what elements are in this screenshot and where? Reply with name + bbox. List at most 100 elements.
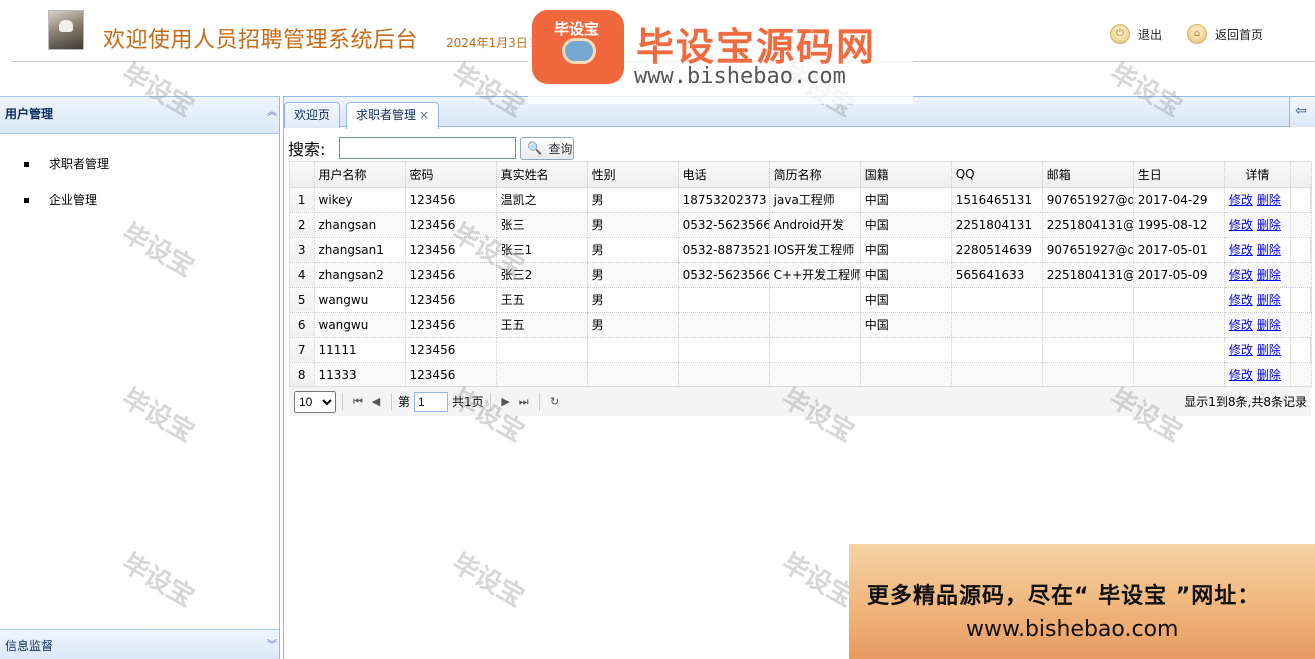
- table-cell: 男: [587, 312, 679, 338]
- edit-link[interactable]: 修改: [1229, 193, 1253, 207]
- page-number-input[interactable]: [414, 391, 449, 412]
- edit-link[interactable]: 修改: [1229, 218, 1253, 232]
- last-page-icon[interactable]: ⏭: [515, 393, 533, 411]
- edit-link[interactable]: 修改: [1229, 368, 1253, 382]
- column-header[interactable]: 邮箱: [1042, 162, 1134, 188]
- row-actions: 修改 删除: [1224, 212, 1291, 238]
- row-actions: 修改 删除: [1224, 262, 1291, 288]
- table-cell: 男: [587, 287, 679, 313]
- table-row[interactable]: 1 wikey 123456 温凯之男 18753202373 java工程师 中国 1516…: [290, 187, 1313, 213]
- row-spacer: [1290, 237, 1313, 263]
- edit-link[interactable]: 修改: [1229, 243, 1253, 257]
- row-spacer: [1290, 212, 1313, 238]
- data-grid: 用户名称 密码 真实姓名 性别 电话 简历名称 国籍 QQ 邮箱 生日 详情 1…: [289, 161, 1313, 389]
- delete-link[interactable]: 删除: [1257, 368, 1281, 382]
- column-header[interactable]: 性别: [587, 162, 679, 188]
- delete-link[interactable]: 删除: [1257, 318, 1281, 332]
- table-row[interactable]: 8 11333 123456 修改 删除: [290, 362, 1313, 388]
- edit-link[interactable]: 修改: [1229, 343, 1253, 357]
- table-cell: 565641633: [951, 262, 1043, 288]
- collapse-up-icon[interactable]: ︽: [267, 103, 277, 118]
- delete-link[interactable]: 删除: [1257, 268, 1281, 282]
- edit-link[interactable]: 修改: [1229, 293, 1253, 307]
- table-cell: wangwu: [314, 312, 406, 338]
- pagination-bar: 10 ⏮ ◀ 第 共1页 ▶ ⏭ ↻ 显示1到8条,共8条记录: [289, 386, 1311, 416]
- table-cell: IOS开发工程师: [769, 237, 861, 263]
- column-header[interactable]: 电话: [678, 162, 770, 188]
- table-cell: 中国: [860, 237, 952, 263]
- table-cell: 123456: [405, 187, 497, 213]
- table-row[interactable]: 4 zhangsan2 123456 张三2 男 0532-56235662 C++开发工程…: [290, 262, 1313, 288]
- delete-link[interactable]: 删除: [1257, 293, 1281, 307]
- delete-link[interactable]: 删除: [1257, 243, 1281, 257]
- delete-link[interactable]: 删除: [1257, 193, 1281, 207]
- sidebar-item-jobseeker[interactable]: 求职者管理: [0, 156, 279, 192]
- table-row[interactable]: 5 wangwu 123456 王五男 中国 修改 删除: [290, 287, 1313, 313]
- table-cell: [951, 312, 1043, 338]
- table-cell: [1042, 362, 1134, 388]
- table-cell: [951, 287, 1043, 313]
- table-row[interactable]: 6 wangwu 123456 王五男 中国 修改 删除: [290, 312, 1313, 338]
- tab-welcome[interactable]: 欢迎页: [284, 102, 341, 128]
- search-input[interactable]: [339, 137, 517, 159]
- table-cell: 0532-56235662: [678, 262, 770, 288]
- table-cell: [496, 337, 588, 363]
- pager-separator: [489, 392, 491, 411]
- column-header[interactable]: QQ: [951, 162, 1043, 188]
- logout-label: 退出: [1138, 27, 1163, 42]
- search-button[interactable]: 🔍 查询: [520, 136, 575, 160]
- row-number: 6: [290, 312, 315, 338]
- table-cell: 123456: [405, 362, 497, 388]
- delete-link[interactable]: 删除: [1257, 218, 1281, 232]
- brand-badge: 毕设宝: [532, 10, 624, 84]
- prev-page-icon[interactable]: ◀: [367, 393, 385, 411]
- row-number: 1: [290, 187, 315, 213]
- expand-down-icon[interactable]: ︾: [267, 636, 277, 651]
- table-cell: 123456: [405, 262, 497, 288]
- page-size-select[interactable]: 10: [294, 390, 336, 413]
- sidebar-item-company[interactable]: 企业管理: [0, 192, 279, 228]
- column-header[interactable]: 真实姓名: [496, 162, 588, 188]
- edit-link[interactable]: 修改: [1229, 268, 1253, 282]
- row-spacer: [1290, 337, 1313, 363]
- table-row[interactable]: 2 zhangsan 123456 张三男 0532-56235662 Android开发…: [290, 212, 1313, 238]
- table-cell: 中国: [860, 212, 952, 238]
- table-cell: [1042, 287, 1134, 313]
- next-page-icon[interactable]: ▶: [497, 393, 515, 411]
- table-cell: 2017-05-09: [1133, 262, 1225, 288]
- row-spacer: [1290, 362, 1313, 388]
- pager-separator: [342, 392, 343, 411]
- table-cell: 18753202373: [678, 187, 770, 213]
- home-button[interactable]: ⌂ 返回首页: [1187, 24, 1263, 44]
- sidebar-section-header[interactable]: 用户管理 ︽: [0, 96, 279, 134]
- table-cell: 中国: [860, 262, 952, 288]
- sidebar-footer-section[interactable]: 信息监督 ︾: [0, 629, 279, 659]
- table-cell: 123456: [405, 237, 497, 263]
- first-page-icon[interactable]: ⏮: [349, 393, 367, 411]
- table-cell: 2017-05-01: [1133, 237, 1225, 263]
- panel-toggle-button[interactable]: ⇦: [1289, 97, 1315, 127]
- column-header[interactable]: 简历名称: [769, 162, 861, 188]
- table-cell: wangwu: [314, 287, 406, 313]
- table-row[interactable]: 7 11111 123456 修改 删除: [290, 337, 1313, 363]
- refresh-icon[interactable]: ↻: [546, 393, 564, 411]
- table-row[interactable]: 3 zhangsan1 123456 张三1 男 0532-8873521 IOS开发工程师…: [290, 237, 1313, 263]
- column-header[interactable]: 生日: [1133, 162, 1225, 188]
- column-header[interactable]: 密码: [405, 162, 497, 188]
- edit-link[interactable]: 修改: [1229, 318, 1253, 332]
- tab-jobseeker[interactable]: 求职者管理 ×: [346, 102, 440, 129]
- table-cell: wikey: [314, 187, 406, 213]
- header-spacer: [1290, 162, 1313, 188]
- logout-button[interactable]: ⏻ 退出: [1110, 24, 1162, 44]
- table-header-row: 用户名称 密码 真实姓名 性别 电话 简历名称 国籍 QQ 邮箱 生日 详情: [290, 162, 1313, 188]
- column-header[interactable]: 用户名称: [314, 162, 406, 188]
- page-prefix: 第: [398, 395, 411, 409]
- table-cell: zhangsan1: [314, 237, 406, 263]
- row-actions: 修改 删除: [1224, 362, 1291, 388]
- pager-separator: [391, 392, 392, 411]
- close-icon[interactable]: ×: [419, 108, 429, 122]
- delete-link[interactable]: 删除: [1257, 343, 1281, 357]
- column-header[interactable]: 国籍: [860, 162, 952, 188]
- sidebar: 用户管理 ︽ 求职者管理 企业管理 信息监督 ︾: [0, 96, 280, 659]
- row-actions: 修改 删除: [1224, 237, 1291, 263]
